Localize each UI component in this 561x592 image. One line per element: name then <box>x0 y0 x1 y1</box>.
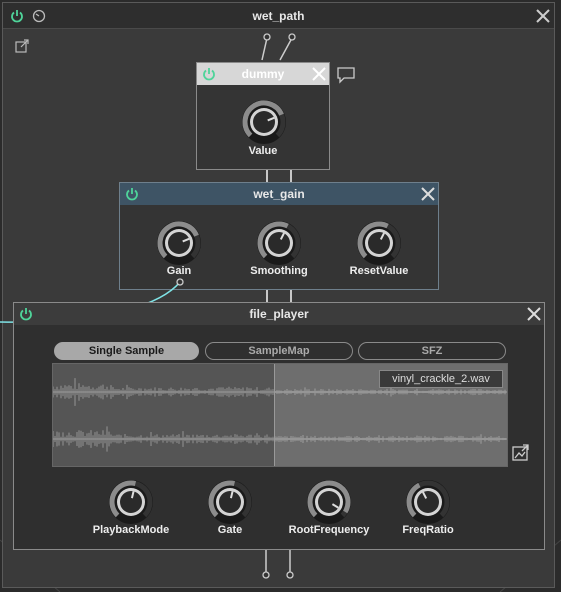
reset-value-knob-label: ResetValue <box>349 265 409 277</box>
playback-mode-knob[interactable] <box>107 478 155 526</box>
close-icon[interactable] <box>311 66 327 82</box>
file-player-title: file_player <box>249 307 309 321</box>
dummy-title: dummy <box>241 67 285 81</box>
root-frequency-label: RootFrequency <box>288 524 370 536</box>
file-player-header: file_player <box>14 303 544 325</box>
popout-icon[interactable] <box>15 39 29 53</box>
freq-ratio-label: FreqRatio <box>402 524 454 536</box>
value-knob-label: Value <box>248 145 278 157</box>
power-icon[interactable] <box>201 66 217 82</box>
file-player-node: file_player Single Sample SampleMap SFZ … <box>13 302 545 550</box>
power-icon[interactable] <box>18 306 34 322</box>
wet-path-header: wet_path <box>3 3 554 29</box>
reset-value-knob[interactable] <box>355 219 403 267</box>
power-icon[interactable] <box>124 186 140 202</box>
cable <box>290 170 292 182</box>
value-knob[interactable] <box>240 98 288 146</box>
wet-gain-title: wet_gain <box>253 187 305 201</box>
dummy-header: dummy <box>197 63 329 85</box>
load-file-icon[interactable] <box>511 443 531 463</box>
comment-icon[interactable] <box>336 66 356 84</box>
wet-path-title: wet_path <box>252 9 305 23</box>
cable <box>290 290 292 302</box>
gain-knob[interactable] <box>155 219 203 267</box>
input-cables <box>261 33 296 61</box>
wet-gain-node: wet_gain Gain Smoothing ResetValue <box>119 182 439 290</box>
tab-sfz[interactable]: SFZ <box>358 342 506 360</box>
output-cables <box>262 550 294 579</box>
smoothing-knob-label: Smoothing <box>250 265 308 277</box>
dummy-node: dummy Value <box>196 62 330 170</box>
tab-single-sample[interactable]: Single Sample <box>54 342 199 360</box>
root-frequency-knob[interactable] <box>305 478 353 526</box>
filename-label: vinyl_crackle_2.wav <box>379 370 503 388</box>
tab-samplemap[interactable]: SampleMap <box>205 342 353 360</box>
cable <box>266 170 268 182</box>
close-icon[interactable] <box>535 8 551 24</box>
smoothing-knob[interactable] <box>255 219 303 267</box>
close-icon[interactable] <box>526 306 542 322</box>
gate-knob[interactable] <box>206 478 254 526</box>
gate-label: Gate <box>217 524 243 536</box>
playback-mode-label: PlaybackMode <box>92 524 170 536</box>
cable <box>266 290 268 302</box>
waveform-display[interactable]: vinyl_crackle_2.wav <box>52 363 508 467</box>
freq-ratio-knob[interactable] <box>404 478 452 526</box>
close-icon[interactable] <box>420 186 436 202</box>
wet-gain-header: wet_gain <box>120 183 438 205</box>
